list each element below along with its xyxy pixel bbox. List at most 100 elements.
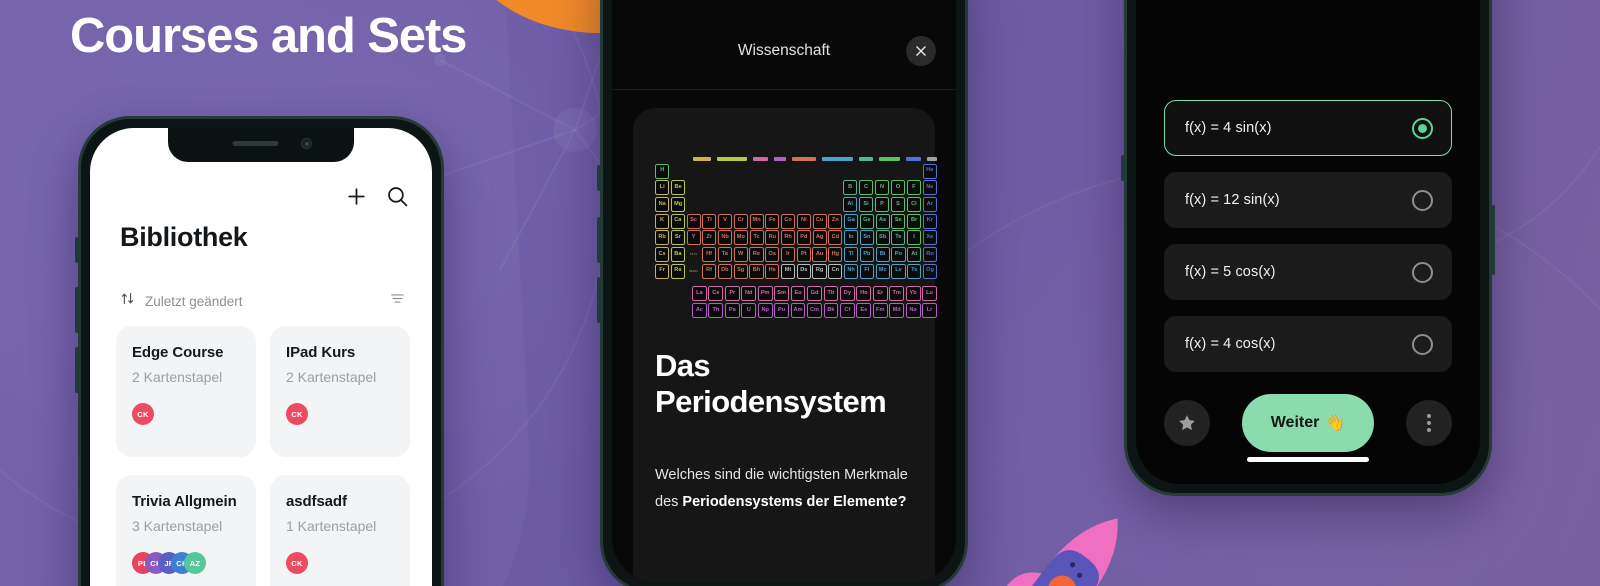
filter-list-icon[interactable] [389,290,406,312]
periodic-table-gap [718,180,732,195]
answer-option[interactable]: f(x) = 5 cos(x) [1164,244,1452,300]
periodic-table-element: K [655,213,670,229]
periodic-table-gap [844,164,858,179]
legend-swatch [717,157,747,162]
periodic-table-element: Lv [891,263,906,279]
periodic-table-element: W [733,246,748,262]
phone2-mute-button[interactable] [597,165,601,191]
periodic-table-element: Si [858,196,874,213]
periodic-table-actinides-row: Ac Th Pa U Np Pu Am Cm Bk Cf Es Fm Md No Lr [655,302,937,318]
periodic-table-element: Ho [856,286,872,302]
radio-button-icon[interactable] [1412,117,1433,139]
add-icon[interactable] [344,184,369,209]
periodic-table-element: Nb [718,230,733,246]
periodic-table-element: S [890,196,906,213]
periodic-table-element: B [842,180,858,196]
periodic-table-element: Lr [922,302,937,318]
phone1-volume-down-button[interactable] [75,347,79,393]
radio-button-icon[interactable] [1412,333,1433,355]
periodic-table-element: As [875,213,890,229]
periodic-table-element: Cd [828,230,843,246]
course-card[interactable]: Trivia Allgmein 3 Kartenstapel PL CK JF CK AZ [116,475,256,586]
periodic-table-element: Cm [807,302,822,318]
periodic-table-element: Ba [670,246,685,262]
course-card[interactable]: IPad Kurs 2 Kartenstapel CK [270,326,410,457]
radio-button-icon[interactable] [1412,189,1433,211]
periodic-table-row: Li Be B C N O F Ne [655,180,937,196]
periodic-table-element: No [905,302,921,318]
quiz-action-bar: Weiter 👋 [1164,394,1452,452]
periodic-table-element: Ag [812,230,827,246]
course-card-title: Trivia Allgmein [132,493,237,510]
phone1-volume-up-button[interactable] [75,287,79,333]
phone-set-detail: Wissenschaft H He Li Be B C N O F Ne Na Mg Al Si P S Cl A… [597,0,968,586]
periodic-table-gap [796,197,810,212]
periodic-table-element: Ga [844,213,859,229]
course-card[interactable]: asdfsadf 1 Kartenstapel CK [270,475,410,586]
periodic-table-gap [907,164,921,179]
close-icon[interactable] [906,35,936,66]
answer-option[interactable]: f(x) = 12 sin(x) [1164,172,1452,228]
periodic-table-row: K Ca Sc Ti V Cr Mn Fe Co Ni Cu Zn Ga Ge As Se Br Kr [655,213,937,229]
periodic-table-element: Co [781,213,796,229]
periodic-table-element: Tc [749,230,764,246]
library-sort-row: Zuletzt geändert [120,290,406,312]
periodic-table-series-ref: 57-71 [690,252,697,256]
periodic-table-element: Ne [922,180,937,196]
continue-button[interactable]: Weiter 👋 [1242,394,1374,452]
phone2-volume-up-button[interactable] [597,217,601,263]
periodic-table-element: Zr [702,230,717,246]
course-card-title: asdfsadf [286,493,347,510]
sort-label[interactable]: Zuletzt geändert [145,294,243,309]
periodic-table-element: Dy [839,286,855,302]
radio-button-icon[interactable] [1412,261,1433,283]
periodic-table-element: Og [922,263,938,279]
periodic-table-element: Pt [796,246,811,262]
course-card-grid: Edge Course 2 Kartenstapel CK IPad Kurs 2 Ka… [116,326,410,586]
more-vertical-icon[interactable] [1406,400,1452,446]
course-card[interactable]: Edge Course 2 Kartenstapel CK [116,326,256,457]
periodic-table-element: Pu [774,302,790,318]
phone3-screen: f(x) = 4 sin(x) f(x) = 12 sin(x) f(x) = 5 … [1136,0,1480,484]
periodic-table-element: F [906,180,922,196]
star-icon[interactable] [1164,400,1210,446]
periodic-table-element: Na [655,196,670,213]
periodic-table-element: Mn [749,213,764,229]
legend-swatch [878,157,900,162]
phone1-mute-button[interactable] [75,237,79,263]
periodic-table-element: Hg [828,246,843,262]
promo-banner: Courses and Sets Bibliothek Zuletzt geän… [0,0,1600,586]
periodic-table-element: Rn [922,246,938,262]
periodic-table-element: He [922,163,937,179]
phone-library: Bibliothek Zuletzt geändert Edge Course … [75,116,444,586]
periodic-table-element: Mt [780,263,796,279]
periodic-table-element: Xe [922,230,937,246]
periodic-table-element: Fe [765,213,780,229]
periodic-table-element: U [741,302,757,318]
periodic-table-gap [828,164,842,179]
course-card-avatars: CK [132,403,240,425]
periodic-table-gap [734,180,748,195]
answer-option[interactable]: f(x) = 4 sin(x) [1164,100,1452,156]
phone2-volume-down-button[interactable] [597,277,601,323]
periodic-table-element: Hs [765,263,780,279]
periodic-table-gap [765,164,779,179]
phone3-power-button[interactable] [1491,205,1495,275]
periodic-table-image: H He Li Be B C N O F Ne Na Mg Al Si P S Cl Ar K Ca Sc Ti V Cr Mn… [655,156,938,318]
periodic-table-row: Rb Sr Y Zr Nb Mo Tc Ru Rh Pd Ag Cd In Sn Sb Te I Xe [655,230,937,246]
legend-swatch [822,157,853,162]
course-card-title: Edge Course [132,344,224,361]
periodic-table-element: Zn [828,213,843,229]
legend-swatch [905,157,922,162]
phone3-mute-button[interactable] [1121,155,1125,181]
search-icon[interactable] [385,184,410,209]
answer-option[interactable]: f(x) = 4 cos(x) [1164,316,1452,372]
periodic-table-element: Bk [823,302,839,318]
phone1-screen: Bibliothek Zuletzt geändert Edge Course … [90,128,432,586]
periodic-table-row: Na Mg Al Si P S Cl Ar [655,196,937,213]
periodic-table-element: Gd [807,286,822,302]
periodic-table-element: At [907,246,922,262]
periodic-table-element: P [874,196,890,213]
periodic-table-element: Ru [765,230,780,246]
sort-arrows-icon[interactable] [120,291,135,311]
